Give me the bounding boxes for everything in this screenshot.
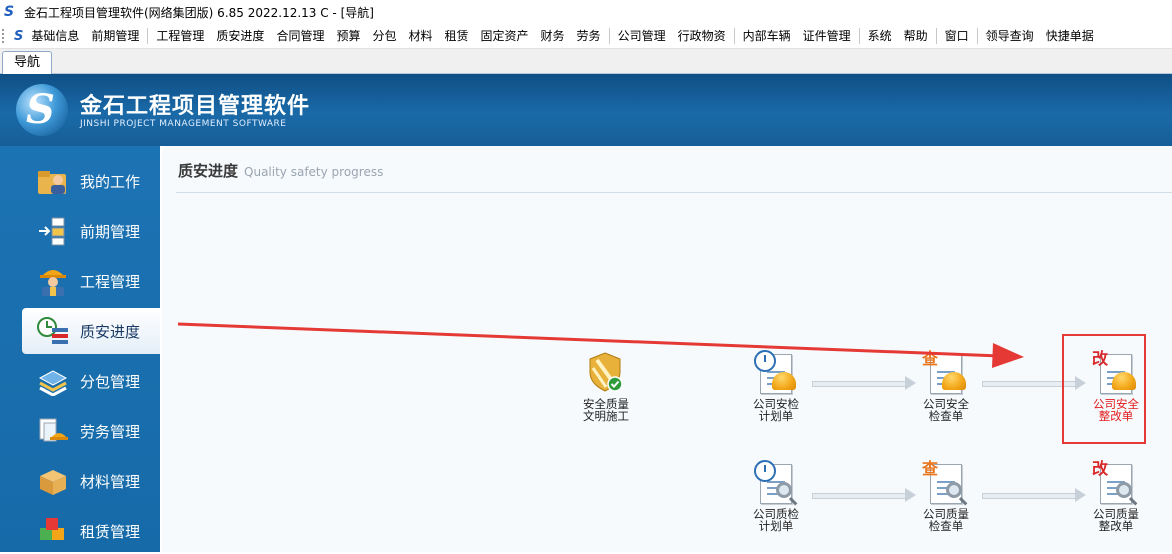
menu-system[interactable]: 系统	[862, 24, 898, 48]
safety-plan-icon	[752, 350, 800, 398]
menu-company[interactable]: 公司管理	[612, 24, 672, 48]
sidebar-item-project[interactable]: 工程管理	[22, 258, 160, 304]
sidebar-item-label: 前期管理	[80, 222, 141, 241]
menu-subcontract[interactable]: 分包	[366, 24, 402, 48]
menu-budget[interactable]: 预算	[330, 24, 366, 48]
sidebar-item-label: 租赁管理	[80, 522, 141, 541]
node-company-quality-rectification[interactable]: 改 公司质量 整改单	[1076, 460, 1156, 533]
menu-basic-info[interactable]: 基础信息	[25, 24, 85, 48]
cubes-icon	[36, 516, 70, 546]
menu-certificates[interactable]: 证件管理	[797, 24, 857, 48]
node-company-quality-plan[interactable]: 公司质检 计划单	[736, 460, 816, 532]
brand-header: S 金石工程项目管理软件 JINSHI PROJECT MANAGEMENT S…	[0, 74, 1172, 146]
menu-admin-supplies[interactable]: 行政物资	[672, 24, 732, 48]
menu-material[interactable]: 材料	[402, 24, 438, 48]
menu-vehicles[interactable]: 内部车辆	[737, 24, 797, 48]
node-company-safety-plan[interactable]: 公司安检 计划单	[736, 350, 816, 422]
window-title: 金石工程项目管理软件(网络集团版) 6.85 2022.12.13 C - [导…	[24, 5, 374, 20]
menu-quality-safety[interactable]: 质安进度	[210, 24, 270, 48]
app-logo-icon: S	[4, 4, 15, 20]
sidebar-item-label: 材料管理	[80, 472, 141, 491]
sidebar-item-lease[interactable]: 租赁管理	[22, 508, 160, 554]
menu-project[interactable]: 工程管理	[150, 24, 210, 48]
quality-rectify-icon: 改	[1092, 460, 1140, 508]
toolbar-grip-icon[interactable]	[2, 29, 14, 43]
brand-subtitle: JINSHI PROJECT MANAGEMENT SOFTWARE	[80, 119, 287, 129]
sidebar-item-my-work[interactable]: 我的工作	[22, 158, 160, 204]
menu-separator	[858, 28, 860, 44]
title-bar: S 金石工程项目管理软件(网络集团版) 6.85 2022.12.13 C - …	[0, 0, 1172, 24]
menu-contract[interactable]: 合同管理	[270, 24, 330, 48]
node-safety-civil-construction[interactable]: 安全质量 文明施工	[566, 350, 646, 422]
menu-separator	[976, 28, 978, 44]
box-icon	[36, 466, 70, 496]
menu-quick-documents[interactable]: 快捷单据	[1040, 24, 1100, 48]
menu-labor[interactable]: 劳务	[571, 24, 607, 48]
sidebar-item-label: 劳务管理	[80, 422, 141, 441]
document-tab-strip: 导航	[0, 49, 1172, 74]
sidebar-item-label: 我的工作	[80, 172, 141, 191]
folder-user-icon	[36, 166, 70, 196]
stack-icon	[36, 366, 70, 397]
brand-logo-icon: S	[16, 84, 68, 136]
tab-navigation[interactable]: 导航	[2, 51, 52, 74]
flow-arrow	[812, 376, 916, 390]
clock-list-icon	[36, 316, 70, 346]
sidebar-item-subcontract[interactable]: 分包管理	[22, 358, 160, 404]
menu-bar: S 基础信息 前期管理 工程管理 质安进度 合同管理 预算 分包 材料 租赁 固…	[0, 24, 1172, 49]
menu-window[interactable]: 窗口	[939, 24, 975, 48]
shield-check-icon	[582, 350, 630, 398]
quality-plan-icon	[752, 460, 800, 508]
menu-fixed-assets[interactable]: 固定资产	[475, 24, 535, 48]
safety-check-icon: 查	[922, 350, 970, 398]
sidebar-item-preliminary[interactable]: 前期管理	[22, 208, 160, 254]
menu-help[interactable]: 帮助	[898, 24, 934, 48]
node-company-safety-check[interactable]: 查 公司安全 检查单	[906, 350, 986, 423]
sidebar-item-material[interactable]: 材料管理	[22, 458, 160, 504]
title-divider	[176, 192, 1172, 193]
menu-lease[interactable]: 租赁	[439, 24, 475, 48]
node-company-quality-check[interactable]: 查 公司质量 检查单	[906, 460, 986, 533]
menu-preliminary[interactable]: 前期管理	[85, 24, 145, 48]
menu-separator	[935, 28, 937, 44]
sidebar-item-quality-safety[interactable]: 质安进度	[22, 308, 160, 354]
menu-separator	[147, 28, 149, 44]
sidebar-item-labor[interactable]: 劳务管理	[22, 408, 160, 454]
brand-title: 金石工程项目管理软件	[80, 94, 311, 119]
labor-icon	[36, 416, 70, 446]
highlight-box	[1062, 334, 1146, 444]
sidebar-item-label: 工程管理	[80, 272, 141, 291]
sidebar-item-label: 质安进度	[80, 322, 141, 341]
menu-finance[interactable]: 财务	[535, 24, 571, 48]
menu-leader-query[interactable]: 领导查询	[980, 24, 1040, 48]
flow-arrow	[812, 488, 916, 502]
sidebar: 我的工作 前期管理 工程管理 质安进度 分包管理 劳务管理 材料管理 租赁管理	[0, 146, 160, 552]
flowchart-icon	[36, 216, 70, 246]
menu-separator	[608, 28, 610, 44]
flow-arrow	[982, 488, 1086, 502]
quality-check-icon: 查	[922, 460, 970, 508]
menu-separator	[733, 28, 735, 44]
worker-icon	[36, 266, 70, 296]
menu-logo-icon: S	[14, 28, 24, 44]
page-title: 质安进度 Quality safety progress	[178, 162, 384, 180]
sidebar-item-label: 分包管理	[80, 372, 141, 391]
page-title-en: Quality safety progress	[244, 165, 384, 179]
